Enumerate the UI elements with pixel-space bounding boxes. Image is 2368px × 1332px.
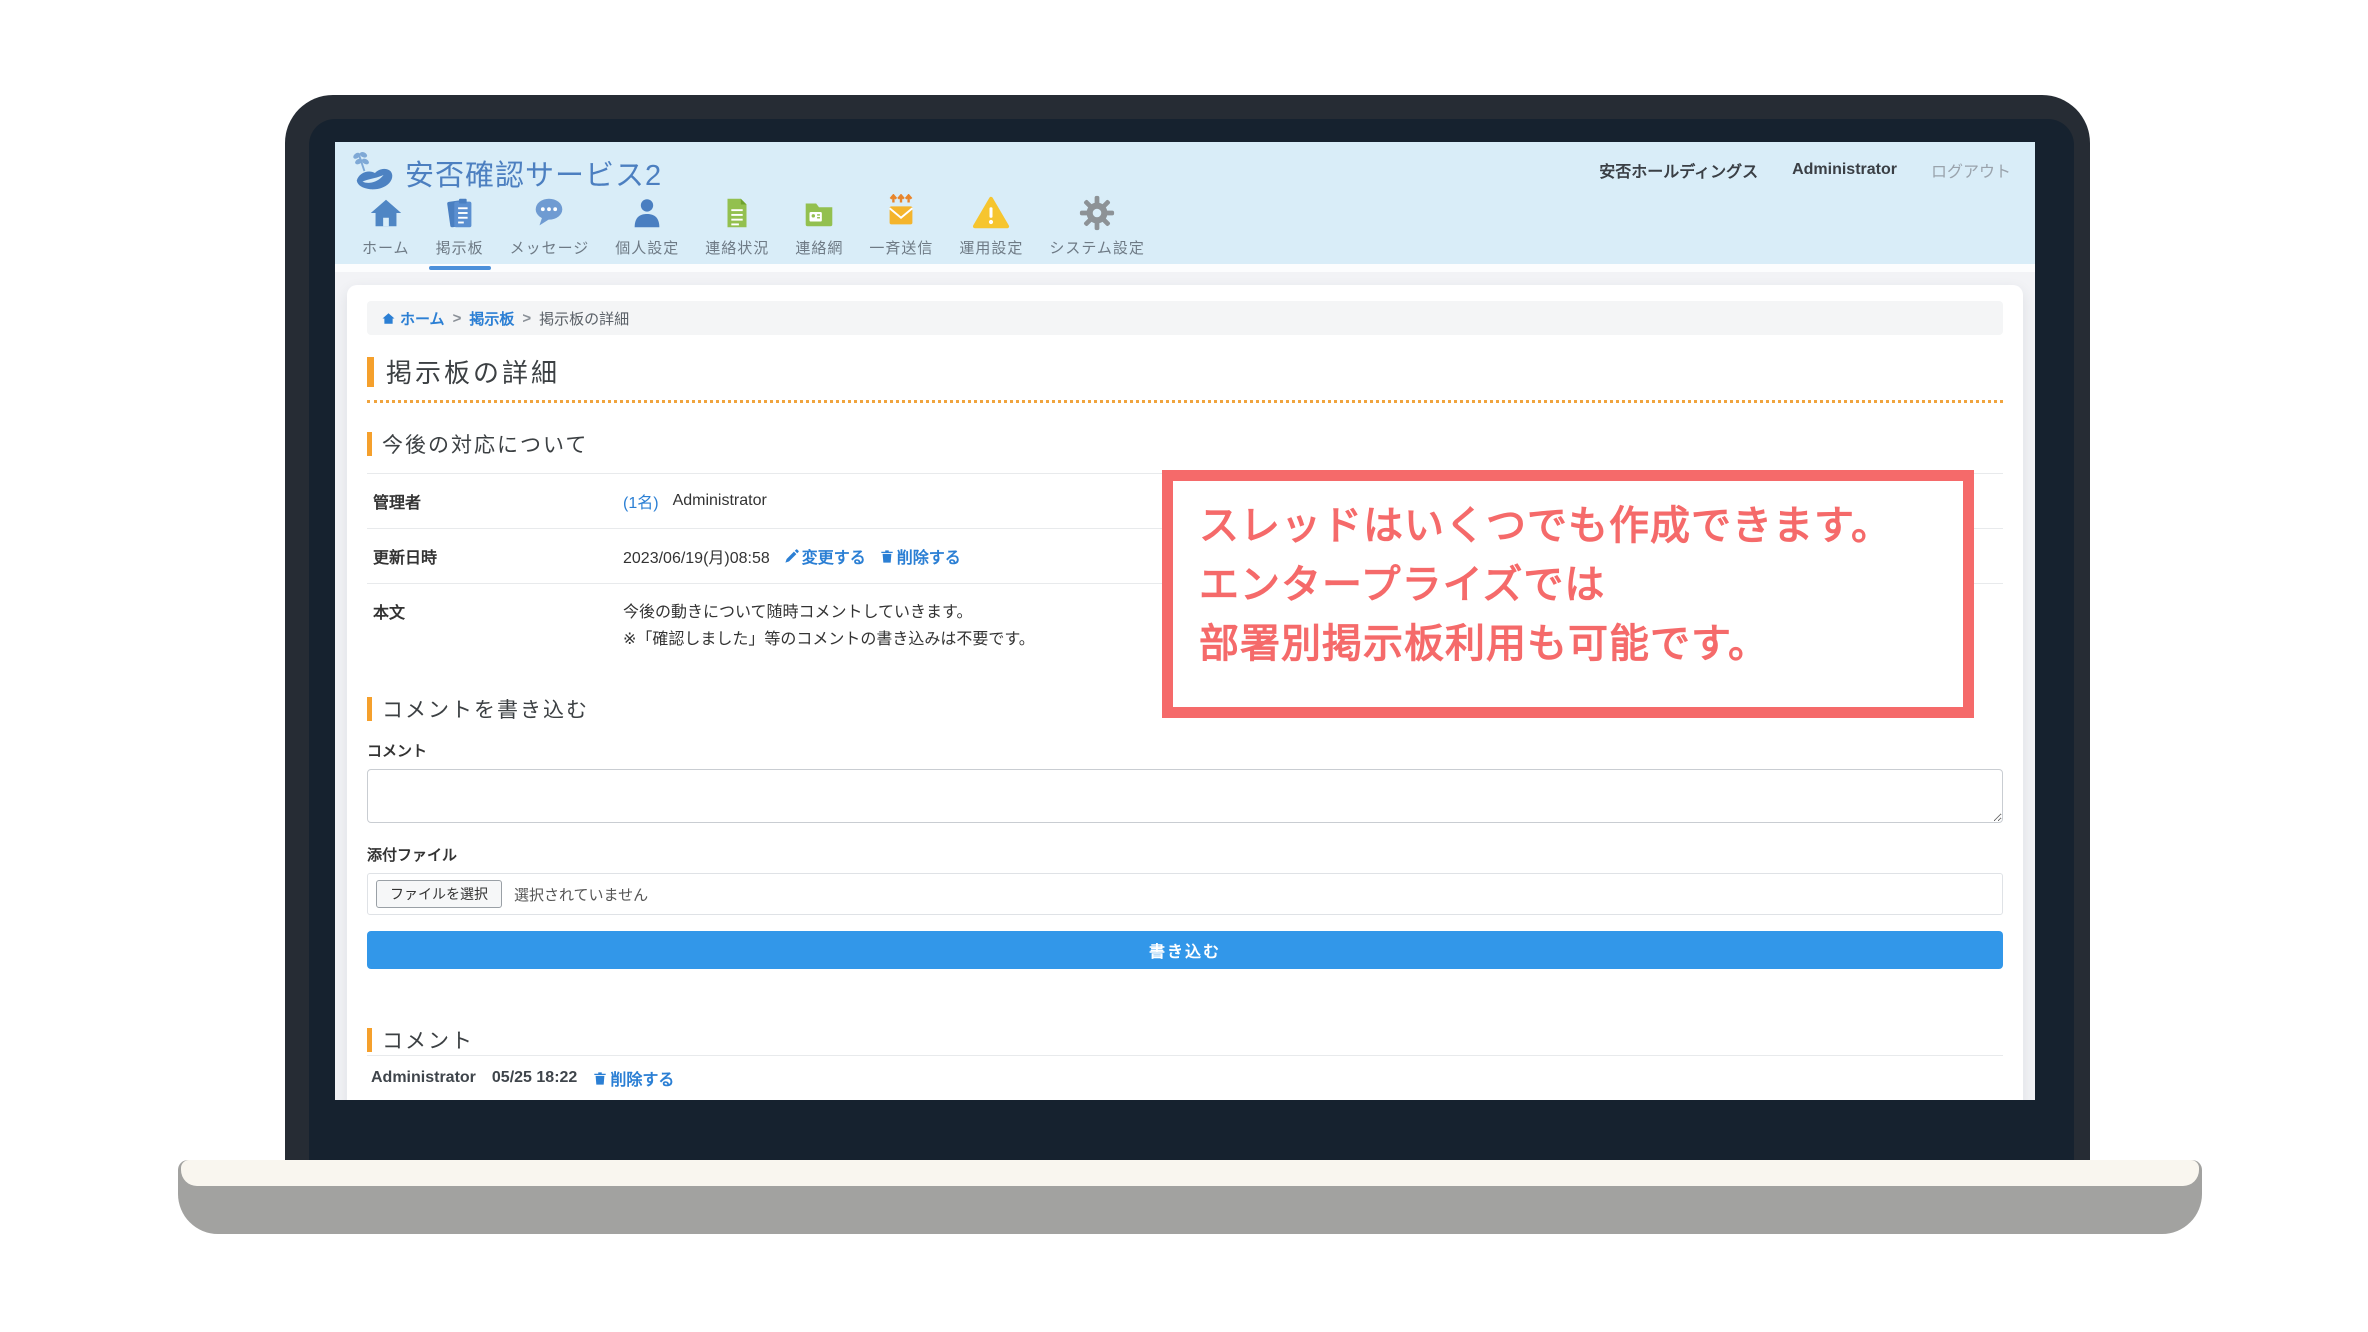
breadcrumb-board[interactable]: 掲示板	[469, 308, 514, 329]
section-accent-bar	[367, 1028, 372, 1052]
trash-icon	[593, 1071, 607, 1086]
comment-item: Administrator 05/25 18:22 削除する ひとまず横浜支店を…	[367, 1055, 2003, 1100]
nav-item-home[interactable]: ホーム	[349, 194, 423, 258]
company-name: 安否ホールディングス	[1599, 158, 1758, 182]
thread-title: 今後の対応について	[382, 429, 588, 459]
logo[interactable]: 安否確認サービス2	[351, 150, 662, 196]
breadcrumb-separator: >	[453, 310, 462, 327]
broadcast-icon	[882, 194, 920, 232]
home-icon	[367, 194, 405, 232]
submit-comment-button[interactable]: 書き込む	[367, 931, 2003, 969]
warning-icon	[972, 194, 1010, 232]
user-name: Administrator	[1792, 161, 1897, 179]
nav-item-message[interactable]: メッセージ	[497, 194, 603, 258]
thread-title-row: 今後の対応について	[367, 429, 2003, 459]
attachment-field-label: 添付ファイル	[367, 844, 2003, 865]
comments-title-row: コメント	[367, 1025, 2003, 1055]
comment-delete-link[interactable]: 削除する	[593, 1066, 674, 1090]
updated-value: 2023/06/19(月)08:58	[623, 544, 770, 568]
laptop-base	[178, 1160, 2202, 1234]
breadcrumb-current: 掲示板の詳細	[539, 308, 629, 329]
comments-section: コメント Administrator 05/25 18:22 削	[367, 1025, 2003, 1100]
main-nav: ホーム 掲示板 メッセージ	[349, 194, 1158, 258]
annotation-line: スレッドはいくつでも作成できます。	[1199, 497, 1937, 556]
edit-link[interactable]: 変更する	[784, 544, 866, 568]
comment-field-label: コメント	[367, 740, 2003, 761]
nav-item-board[interactable]: 掲示板	[423, 194, 497, 258]
dove-logo-icon	[351, 150, 397, 196]
annotation-line: エンタープライズでは	[1199, 556, 1937, 615]
document-icon	[718, 194, 756, 232]
board-icon	[441, 194, 479, 232]
logout-link[interactable]: ログアウト	[1931, 158, 2011, 182]
comment-textarea[interactable]	[367, 769, 2003, 823]
site-header: 安否確認サービス2 安否ホールディングス Administrator ログアウト…	[335, 142, 2035, 264]
file-status-text: 選択されていません	[514, 884, 648, 905]
trash-icon	[880, 549, 894, 564]
pencil-icon	[784, 549, 799, 564]
annotation-callout: スレッドはいくつでも作成できます。 エンタープライズでは 部署別掲示板利用も可能…	[1162, 470, 1974, 718]
member-count-link[interactable]: (1名)	[623, 489, 659, 513]
nav-item-contact-network[interactable]: 連絡網	[782, 194, 856, 258]
nav-item-broadcast[interactable]: 一斉送信	[856, 194, 946, 258]
breadcrumb-home[interactable]: ホーム	[381, 308, 445, 329]
nav-item-contact-status[interactable]: 連絡状況	[692, 194, 782, 258]
nav-item-system-settings[interactable]: システム設定	[1036, 194, 1158, 258]
folder-icon	[800, 194, 838, 232]
breadcrumb-separator: >	[522, 310, 531, 327]
section-accent-bar	[367, 432, 372, 456]
brand-title: 安否確認サービス2	[405, 152, 662, 194]
page-title-row: 掲示板の詳細	[367, 353, 2003, 403]
home-icon	[381, 311, 396, 326]
file-input[interactable]: ファイルを選択 選択されていません	[367, 873, 2003, 915]
page-title: 掲示板の詳細	[386, 353, 560, 390]
thread-body-line1: 今後の動きについて随時コメントしていきます。	[623, 599, 1035, 626]
comment-time: 05/25 18:22	[492, 1069, 577, 1087]
gear-icon	[1078, 194, 1116, 232]
annotation-line: 部署別掲示板利用も可能です。	[1199, 615, 1937, 674]
nav-item-operation-settings[interactable]: 運用設定	[946, 194, 1036, 258]
breadcrumb: ホーム > 掲示板 > 掲示板の詳細	[367, 301, 2003, 335]
section-accent-bar	[367, 697, 372, 721]
nav-item-personal-settings[interactable]: 個人設定	[602, 194, 692, 258]
thread-body-line2: ※「確認しました」等のコメントの書き込みは不要です。	[623, 626, 1035, 653]
file-select-button[interactable]: ファイルを選択	[376, 880, 502, 908]
message-icon	[530, 194, 568, 232]
header-links: 安否ホールディングス Administrator ログアウト	[1599, 158, 2011, 182]
comment-form-title: コメントを書き込む	[382, 694, 589, 724]
comments-title: コメント	[382, 1025, 474, 1055]
laptop-base-lid	[181, 1160, 2199, 1186]
title-accent-bar	[367, 357, 374, 387]
header-divider	[335, 264, 2035, 272]
admin-value: Administrator	[673, 492, 767, 510]
comment-author: Administrator	[371, 1069, 476, 1087]
person-icon	[628, 194, 666, 232]
delete-link[interactable]: 削除する	[880, 544, 961, 568]
